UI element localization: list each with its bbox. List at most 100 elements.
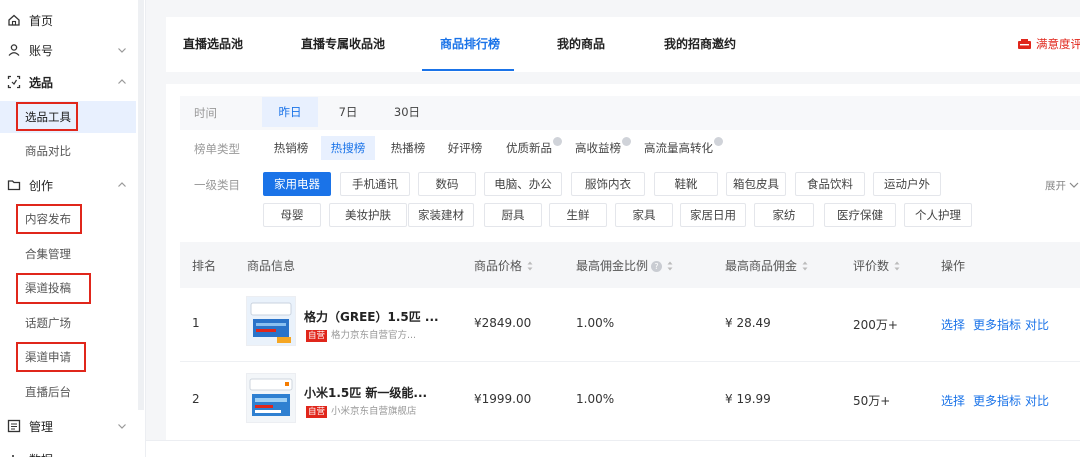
more-metrics-link[interactable]: 更多指标: [973, 316, 1021, 333]
category-beauty[interactable]: 美妆护肤: [329, 203, 407, 227]
category-food[interactable]: 食品饮料: [795, 172, 865, 196]
select-icon: [7, 75, 21, 89]
chevron-up-icon: [118, 182, 126, 187]
category-furniture[interactable]: 家具: [615, 203, 673, 227]
sidebar-item-label: 管理: [29, 419, 54, 434]
time-option-30d[interactable]: 30日: [386, 100, 428, 124]
category-personal-care[interactable]: 个人护理: [904, 203, 972, 227]
chart-icon: [12, 455, 14, 457]
chevron-up-icon: [118, 79, 126, 84]
sidebar-item-account[interactable]: 账号: [0, 33, 136, 67]
sidebar-item-data[interactable]: 数据: [0, 442, 136, 457]
category-apparel[interactable]: 服饰内衣: [571, 172, 645, 196]
tab-live-pool[interactable]: 直播选品池: [183, 17, 243, 72]
sidebar-item-label: 首页: [29, 13, 54, 28]
user-icon: [8, 44, 20, 56]
list-type-label-text: 优质新品: [506, 141, 552, 155]
list-type-high-profit[interactable]: 高收益榜: [568, 136, 638, 160]
category-digital[interactable]: 数码: [418, 172, 476, 196]
time-option-7d[interactable]: 7日: [330, 100, 366, 124]
commission-rate-cell: 1.00%: [576, 316, 615, 330]
sidebar-sub-collection-manage[interactable]: 合集管理: [0, 238, 136, 270]
price-cell: ¥1999.00: [474, 392, 532, 406]
sidebar-sub-live-backend[interactable]: 直播后台: [0, 376, 136, 408]
list-type-label-text: 高流量高转化: [644, 141, 713, 155]
rank-cell: 1: [192, 316, 200, 330]
list-type-label-text: 高收益榜: [575, 141, 621, 155]
compare-link[interactable]: 对比: [1025, 392, 1049, 409]
column-price[interactable]: 商品价格: [474, 257, 533, 274]
home-icon: [8, 14, 20, 26]
list-type-high-traffic[interactable]: 高流量高转化: [638, 136, 728, 160]
category-household[interactable]: 家居日用: [680, 203, 746, 227]
category-shoes[interactable]: 鞋靴: [654, 172, 718, 196]
tab-my-products[interactable]: 我的商品: [557, 17, 605, 72]
category-phones[interactable]: 手机通讯: [340, 172, 410, 196]
expand-toggle[interactable]: 展开: [1045, 178, 1079, 193]
category-computers[interactable]: 电脑、办公: [484, 172, 562, 196]
select-link[interactable]: 选择: [941, 316, 965, 333]
column-rank: 排名: [192, 259, 217, 273]
survey-icon: [1018, 39, 1031, 49]
category-sports[interactable]: 运动户外: [873, 172, 941, 196]
column-commission-rate[interactable]: 最高佣金比例?: [576, 257, 673, 274]
product-name[interactable]: 小米1.5匹 新一级能...: [304, 384, 427, 401]
category-textiles[interactable]: 家纺: [754, 203, 814, 227]
sidebar-item-label: 创作: [29, 178, 54, 193]
sidebar-sub-topic-square[interactable]: 话题广场: [0, 307, 136, 339]
category-medical[interactable]: 医疗保健: [824, 203, 896, 227]
list-type-quality-new[interactable]: 优质新品: [498, 136, 568, 160]
tab-product-ranking[interactable]: 商品排行榜: [440, 17, 500, 72]
category-bags[interactable]: 箱包皮具: [726, 172, 786, 196]
category-building[interactable]: 家装建材: [408, 203, 474, 227]
highlight-box: [16, 342, 86, 372]
sidebar-sub-product-compare[interactable]: 商品对比: [0, 135, 136, 167]
self-operated-badge: 自营: [306, 405, 328, 418]
product-name[interactable]: 格力（GREE）1.5匹 ...: [304, 308, 439, 325]
chevron-down-icon: [118, 424, 126, 429]
product-image[interactable]: [246, 296, 296, 346]
column-max-commission[interactable]: 最高商品佣金: [725, 257, 808, 274]
category-kitchenware[interactable]: 厨具: [484, 203, 542, 227]
time-option-yesterday[interactable]: 昨日: [262, 97, 318, 127]
select-link[interactable]: 选择: [941, 392, 965, 409]
sidebar-item-selection[interactable]: 选品: [0, 65, 136, 99]
tab-live-exclusive-pool[interactable]: 直播专属收品池: [301, 17, 385, 72]
air-conditioner-image: [247, 374, 295, 422]
product-image[interactable]: [246, 373, 296, 423]
chevron-down-icon: [1069, 182, 1079, 188]
more-metrics-link[interactable]: 更多指标: [973, 392, 1021, 409]
column-reviews[interactable]: 评价数: [853, 257, 900, 274]
category-baby[interactable]: 母婴: [263, 203, 321, 227]
chevron-down-icon: [118, 48, 126, 53]
shop-name: 小米京东自营旗舰店: [331, 406, 417, 417]
sort-icon: [667, 261, 673, 271]
sidebar-item-manage[interactable]: 管理: [0, 409, 136, 443]
row-divider: [180, 361, 1080, 362]
list-type-hot-search[interactable]: 热搜榜: [321, 136, 375, 160]
satisfaction-survey-link[interactable]: 满意度评: [1017, 36, 1080, 52]
highlight-box: [16, 204, 82, 234]
survey-label: 满意度评: [1036, 37, 1080, 51]
column-actions: 操作: [941, 259, 966, 273]
commission-cell: ¥ 28.49: [725, 316, 771, 330]
column-label: 评价数: [853, 259, 890, 273]
compare-link[interactable]: 对比: [1025, 316, 1049, 333]
category-appliances[interactable]: 家用电器: [263, 172, 331, 196]
tab-my-invitations[interactable]: 我的招商邀约: [664, 17, 736, 72]
list-type-hot-play[interactable]: 热播榜: [382, 136, 434, 160]
folder-icon: [7, 180, 21, 191]
sidebar-item-home[interactable]: 首页: [0, 3, 136, 37]
highlight-box: [16, 102, 78, 131]
sidebar-scrollbar[interactable]: [138, 0, 144, 410]
shop-info: 自营 小米京东自营旗舰店: [306, 403, 417, 418]
category-fresh[interactable]: 生鲜: [549, 203, 607, 227]
sort-icon: [802, 261, 808, 271]
chevron-down-icon: [116, 453, 128, 457]
sidebar-item-creation[interactable]: 创作: [0, 168, 136, 202]
column-product-info: 商品信息: [247, 259, 296, 273]
list-type-hot-sale[interactable]: 热销榜: [265, 136, 317, 160]
sidebar-item-label: 选品: [29, 75, 54, 90]
list-type-good-review[interactable]: 好评榜: [440, 136, 490, 160]
column-label: 最高佣金比例: [576, 259, 649, 273]
